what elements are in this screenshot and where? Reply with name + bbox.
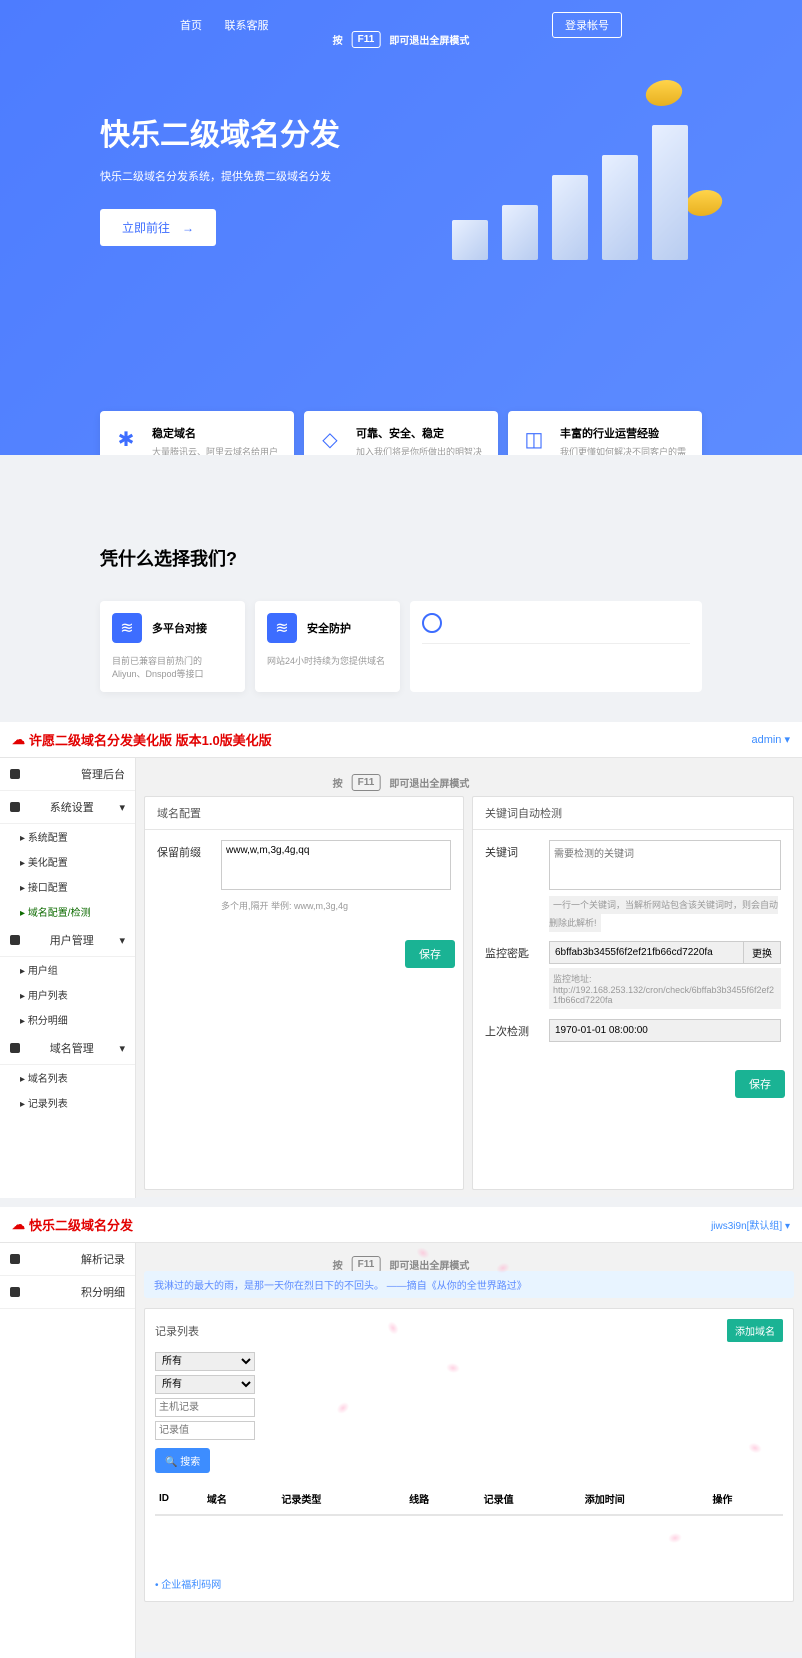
user-icon: [422, 613, 442, 633]
admin-sidebar: 管理后台 系统设置▾ ▸ 系统配置 ▸ 美化配置 ▸ 接口配置 ▸ 域名配置/检…: [0, 758, 136, 1198]
chevron-down-icon: ▾: [119, 934, 125, 947]
hero-illustration: [442, 80, 722, 280]
sidebar-users[interactable]: 用户管理▾: [0, 924, 135, 957]
feature-card-domain: ✱ 稳定域名 大量腾讯云、阿里云域名给用户更好的体验: [100, 411, 294, 455]
filter-select-2[interactable]: 所有: [155, 1375, 255, 1394]
f11-key: F11: [352, 31, 381, 48]
f11-key: F11: [352, 774, 381, 791]
quote-banner: 我淋过的最大的雨，是那一天你在烈日下的不回头。 ——摘自《从你的全世界路过》: [144, 1271, 794, 1298]
record-list-title: 记录列表: [155, 1323, 199, 1339]
th-domain: 域名: [203, 1483, 278, 1515]
last-check-value: [549, 1019, 781, 1042]
host-record-input[interactable]: [155, 1398, 255, 1417]
sidebar-domain[interactable]: 域名管理▾: [0, 1032, 135, 1065]
why-title: 凭什么选择我们?: [100, 545, 702, 571]
th-line: 线路: [405, 1483, 480, 1515]
arrow-right-icon: →: [182, 221, 194, 235]
snowflake-icon: ✱: [112, 425, 140, 453]
login-button[interactable]: 登录帐号: [552, 12, 622, 38]
sidebar-sys-config[interactable]: ▸ 系统配置: [0, 824, 135, 849]
keyword-hint: 一行一个关键词，当解析网站包含该关键词时，则会自动删除此解析!: [549, 896, 778, 932]
save-button-1[interactable]: 保存: [405, 940, 455, 968]
records-table: ID 域名 记录类型 线路 记录值 添加时间 操作: [155, 1483, 783, 1516]
th-value: 记录值: [480, 1483, 581, 1515]
feature-card-reliable: ◇ 可靠、安全、稳定 加入我们将是你所做出的明智决策: [304, 411, 498, 455]
save-button-2[interactable]: 保存: [735, 1070, 785, 1098]
why-card-security: ≋ 安全防护 网站24小时持续为您提供域名: [255, 601, 400, 692]
layers-icon: ≋: [112, 613, 142, 643]
fullscreen-hint: 按 F11 即可退出全屏模式: [328, 30, 475, 49]
add-domain-button[interactable]: 添加域名: [727, 1319, 783, 1342]
sidebar-points[interactable]: ▸ 积分明细: [0, 1007, 135, 1032]
regen-key-button[interactable]: 更换: [743, 941, 781, 964]
why-card-platform: ≋ 多平台对接 目前已兼容目前热门的Aliyun、Dnspod等接口: [100, 601, 245, 692]
th-type: 记录类型: [277, 1483, 405, 1515]
record-value-input[interactable]: [155, 1421, 255, 1440]
sidebar-userlist[interactable]: ▸ 用户列表: [0, 982, 135, 1007]
sidebar-domainlist[interactable]: ▸ 域名列表: [0, 1065, 135, 1090]
sidebar-beauty-config[interactable]: ▸ 美化配置: [0, 849, 135, 874]
diamond-icon: ◇: [316, 425, 344, 453]
sidebar-dashboard[interactable]: 管理后台: [0, 758, 135, 791]
sidebar-recordlist[interactable]: ▸ 记录列表: [0, 1090, 135, 1115]
keyword-check-title: 关键词自动检测: [473, 797, 793, 830]
monitor-url-hint: 监控地址:http://192.168.253.132/cron/check/6…: [549, 968, 781, 1009]
sidebar-api-config[interactable]: ▸ 接口配置: [0, 874, 135, 899]
chevron-down-icon: ▾: [119, 1042, 125, 1055]
front-brand: ☁ 快乐二级域名分发: [12, 1215, 133, 1234]
domain-config-title: 域名配置: [145, 797, 463, 830]
shield-icon: ≋: [267, 613, 297, 643]
feature-card-experience: ◫ 丰富的行业运营经验 我们更懂如何解决不同客户的需求: [508, 411, 702, 455]
chevron-down-icon: ▾: [119, 801, 125, 814]
reserved-prefix-hint: 多个用,隔开 举例: www,m,3g,4g: [221, 899, 451, 912]
admin-brand: ☁ 许愿二级域名分发美化版 版本1.0版美化版: [12, 730, 272, 749]
sidebar-domain-check[interactable]: ▸ 域名配置/检测: [0, 899, 135, 924]
front-sidebar: 解析记录 积分明细: [0, 1243, 136, 1658]
nav-home[interactable]: 首页: [180, 20, 202, 32]
keyword-label: 关键词: [485, 840, 549, 931]
user-menu[interactable]: admin ▾: [751, 733, 790, 746]
search-button[interactable]: 🔍 搜索: [155, 1448, 210, 1473]
cloud-icon: ☁: [12, 732, 25, 748]
search-icon: 🔍: [165, 1457, 177, 1468]
sidebar-records[interactable]: 解析记录: [0, 1243, 135, 1276]
nav-contact[interactable]: 联系客服: [224, 20, 268, 32]
sidebar-system[interactable]: 系统设置▾: [0, 791, 135, 824]
shapes-icon: ◫: [520, 425, 548, 453]
sidebar-usergroup[interactable]: ▸ 用户组: [0, 957, 135, 982]
signup-form: [410, 601, 702, 692]
th-action: 操作: [708, 1483, 783, 1515]
monkey-label: 监控密匙: [485, 941, 549, 1009]
keyword-input[interactable]: [549, 840, 781, 890]
monitor-key-input[interactable]: [549, 941, 743, 964]
th-time: 添加时间: [581, 1483, 709, 1515]
front-user-menu[interactable]: jiws3i9n[默认组] ▾: [711, 1217, 790, 1232]
cta-button[interactable]: 立即前往 →: [100, 209, 216, 246]
fullscreen-hint-2: 按 F11 即可退出全屏模式: [328, 773, 475, 792]
cloud-icon: ☁: [12, 1217, 25, 1233]
reserved-prefix-label: 保留前缀: [157, 840, 221, 912]
sidebar-points-2[interactable]: 积分明细: [0, 1276, 135, 1309]
last-check-label: 上次检测: [485, 1019, 549, 1042]
filter-select-1[interactable]: 所有: [155, 1352, 255, 1371]
th-id: ID: [155, 1483, 203, 1515]
footer-link[interactable]: • 企业福利码网: [155, 1576, 783, 1591]
reserved-prefix-input[interactable]: www,w,m,3g,4g,qq: [221, 840, 451, 890]
